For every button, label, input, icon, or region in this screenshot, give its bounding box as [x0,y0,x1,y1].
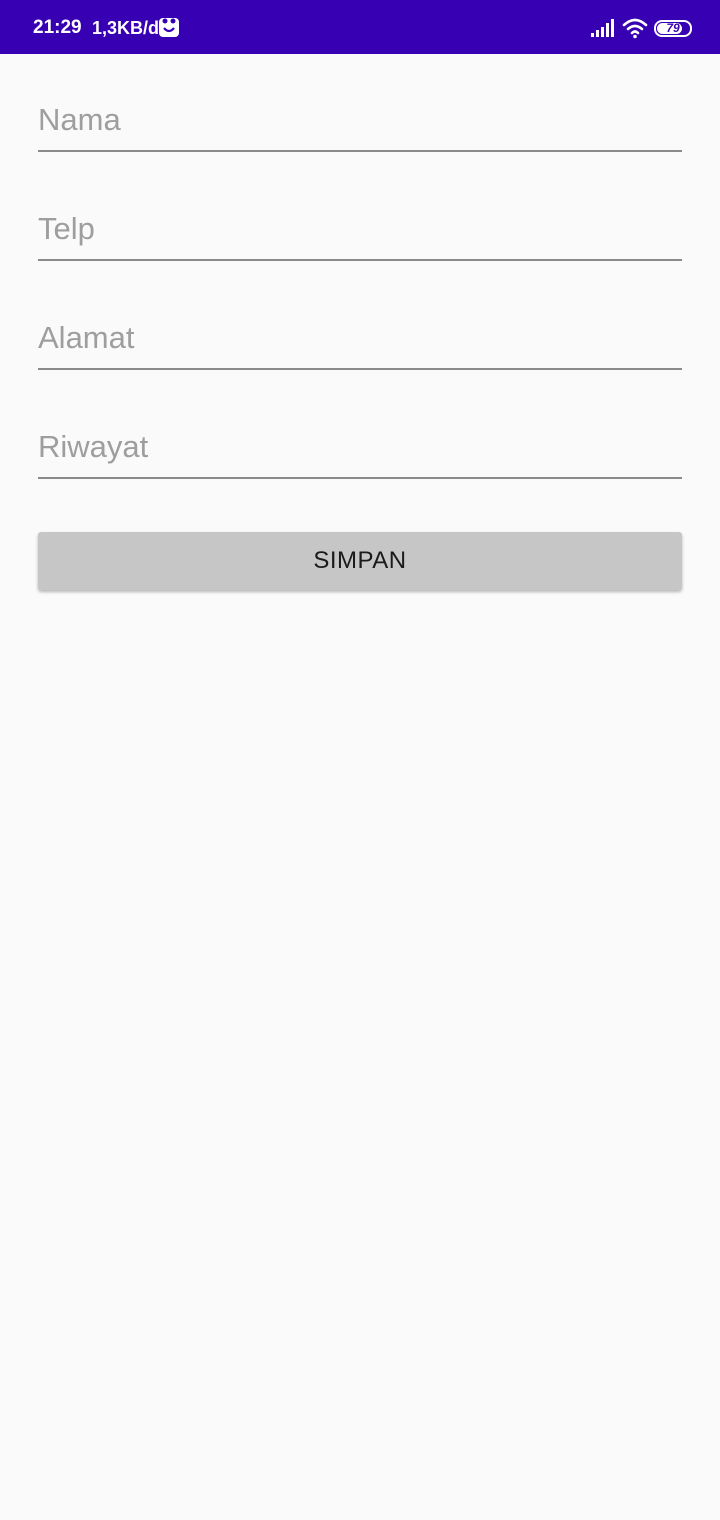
battery-icon: 79 [654,20,692,37]
status-bar: 21:29 1,3KB/d 79 [0,0,720,54]
app-notification-icon [158,16,180,38]
riwayat-field[interactable] [38,423,682,479]
wifi-icon [622,17,648,39]
telp-field[interactable] [38,205,682,261]
status-time: 21:29 [33,17,82,38]
battery-level: 79 [666,21,680,35]
network-speed: 1,3KB/d [92,18,160,38]
signal-icon [590,19,616,37]
save-button[interactable]: SIMPAN [38,532,682,590]
nama-field[interactable] [38,96,682,152]
alamat-field[interactable] [38,314,682,370]
